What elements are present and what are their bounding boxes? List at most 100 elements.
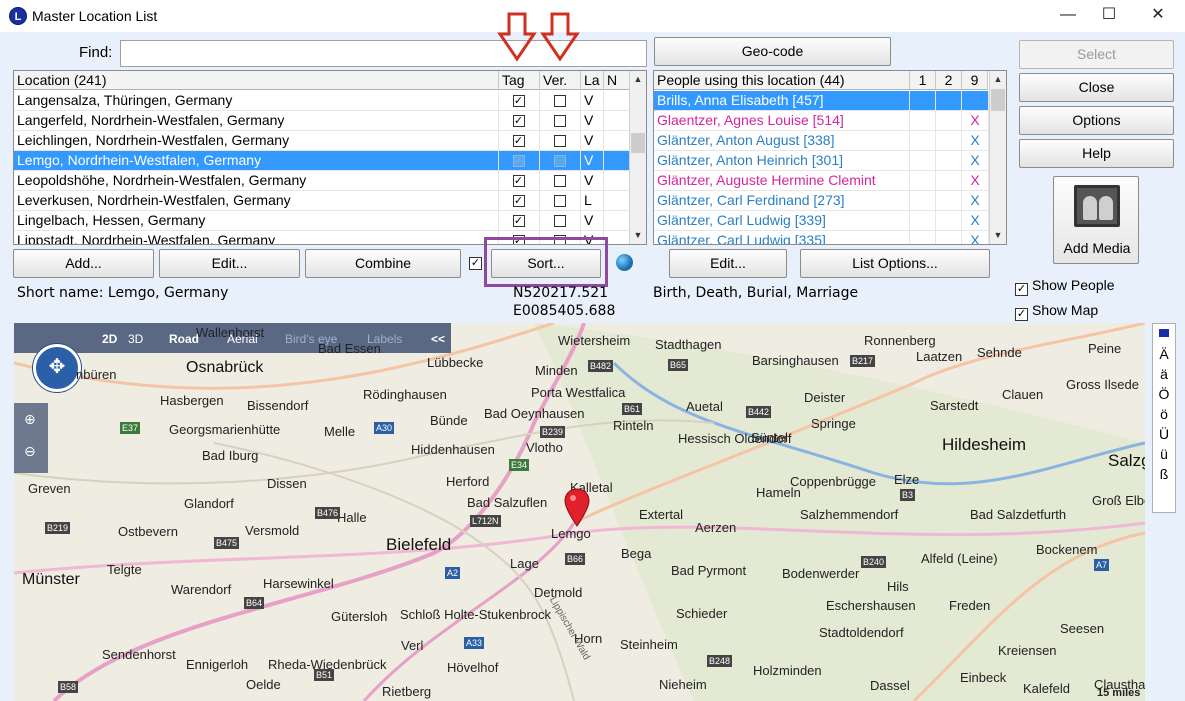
location-name-cell: Leichlingen, Nordrhein-Westfalen, German…	[14, 131, 499, 151]
checkbox-icon[interactable]	[553, 175, 566, 187]
combine-button[interactable]: Combine	[305, 249, 461, 278]
special-character-button[interactable]: Ü	[1153, 426, 1175, 442]
person-row[interactable]: Glaentzer, Agnes Louise [514] X	[654, 111, 1006, 131]
checkbox-icon[interactable]: ✓	[512, 155, 525, 167]
n-cell	[604, 211, 630, 231]
checkbox-icon[interactable]: ✓	[512, 215, 525, 227]
person-row[interactable]: Gläntzer, Carl Ferdinand [273] X	[654, 191, 1006, 211]
map-place-label: Barsinghausen	[752, 353, 839, 368]
show-map-checkbox[interactable]: ✓ Show Map	[1015, 302, 1098, 321]
person-name-cell: Gläntzer, Anton Heinrich [301]	[654, 151, 910, 171]
map-view[interactable]: 2D 3D Road Aerial Bird's eye Labels << ✥…	[14, 323, 1145, 701]
add-media-button[interactable]: Add Media	[1053, 176, 1139, 264]
scroll-down-icon[interactable]: ▼	[990, 227, 1006, 243]
checkbox-icon[interactable]	[553, 155, 566, 167]
people-scrollbar[interactable]: ▲ ▼	[989, 71, 1006, 244]
location-scrollbar[interactable]: ▲ ▼	[629, 71, 646, 244]
geocode-button[interactable]: Geo-code	[654, 37, 891, 66]
map-pin-icon[interactable]	[564, 488, 590, 528]
person-name-cell: Gläntzer, Carl Ludwig [335]	[654, 231, 910, 244]
zoom-in-icon[interactable]: ⊕	[24, 411, 36, 428]
special-character-button[interactable]: ü	[1153, 446, 1175, 462]
n-cell	[604, 91, 630, 111]
special-character-button[interactable]: Ä	[1153, 346, 1175, 362]
zoom-out-icon[interactable]: ⊖	[24, 443, 36, 460]
person-row[interactable]: Gläntzer, Anton August [338] X	[654, 131, 1006, 151]
map-3d-button[interactable]: 3D	[128, 332, 143, 346]
checkbox-icon[interactable]	[553, 215, 566, 227]
tag-column-header[interactable]: Tag	[499, 71, 540, 90]
map-place-label: Sehnde	[977, 345, 1022, 360]
la-column-header[interactable]: La	[581, 71, 604, 90]
location-row[interactable]: Langensalza, Thüringen, Germany ✓ V	[14, 91, 646, 111]
person-row[interactable]: Gläntzer, Carl Ludwig [339] X	[654, 211, 1006, 231]
location-row[interactable]: Leichlingen, Nordrhein-Westfalen, German…	[14, 131, 646, 151]
checkbox-icon[interactable]	[553, 195, 566, 207]
minimize-button[interactable]: —	[1045, 0, 1091, 32]
map-place-label: Glandorf	[184, 496, 234, 511]
scroll-up-icon[interactable]: ▲	[990, 71, 1006, 87]
person-row[interactable]: Brills, Anna Elisabeth [457]	[654, 91, 1006, 111]
scroll-down-icon[interactable]: ▼	[630, 227, 646, 243]
map-place-label: Harsewinkel	[263, 576, 334, 591]
special-characters-panel: ÄäÖöÜüß	[1152, 323, 1176, 513]
options-button[interactable]: Options	[1019, 106, 1174, 135]
scroll-thumb[interactable]	[631, 133, 645, 153]
select-button[interactable]: Select	[1019, 40, 1174, 69]
person-row[interactable]: Gläntzer, Anton Heinrich [301] X	[654, 151, 1006, 171]
location-row[interactable]: Leopoldshöhe, Nordrhein-Westfalen, Germa…	[14, 171, 646, 191]
col9-cell: X	[962, 171, 989, 191]
person-row[interactable]: Gläntzer, Carl Ludwig [335] X	[654, 231, 1006, 244]
road-badge: A30	[374, 422, 395, 434]
checkbox-icon[interactable]: ✓	[512, 95, 525, 107]
checkbox-icon[interactable]: ✓	[512, 175, 525, 187]
location-row[interactable]: Lemgo, Nordrhein-Westfalen, Germany ✓ V	[14, 151, 646, 171]
checkbox-icon[interactable]	[553, 135, 566, 147]
location-row[interactable]: Lingelbach, Hessen, Germany ✓ V	[14, 211, 646, 231]
checkbox-icon[interactable]	[553, 95, 566, 107]
checkbox-icon[interactable]: ✓	[512, 195, 525, 207]
location-row[interactable]: Langerfeld, Nordrhein-Westfalen, Germany…	[14, 111, 646, 131]
list-options-button[interactable]: List Options...	[800, 249, 990, 278]
ver-column-header[interactable]: Ver.	[540, 71, 581, 90]
close-window-button[interactable]: ✕	[1135, 0, 1181, 32]
col2-header[interactable]: 2	[936, 71, 962, 90]
location-row[interactable]: Leverkusen, Nordrhein-Westfalen, Germany…	[14, 191, 646, 211]
checkbox-icon[interactable]	[553, 115, 566, 127]
road-badge: B58	[58, 681, 79, 693]
person-row[interactable]: Gläntzer, Auguste Hermine Clemint X	[654, 171, 1006, 191]
location-column-header[interactable]: Location (241)	[14, 71, 499, 90]
col1-header[interactable]: 1	[910, 71, 936, 90]
globe-icon[interactable]	[616, 254, 633, 271]
map-place-label: Wietersheim	[558, 333, 631, 348]
show-people-checkbox[interactable]: ✓ Show People	[1015, 277, 1115, 296]
n-column-header[interactable]: N	[604, 71, 630, 90]
edit-location-button[interactable]: Edit...	[159, 249, 300, 278]
map-collapse-button[interactable]: <<	[431, 332, 445, 346]
person-name-cell: Gläntzer, Anton August [338]	[654, 131, 910, 151]
map-2d-button[interactable]: 2D	[102, 332, 117, 346]
col9-header[interactable]: 9	[962, 71, 988, 90]
special-character-button[interactable]: Ö	[1153, 386, 1175, 402]
tag-cell: ✓	[499, 131, 540, 151]
checkbox-icon[interactable]: ✓	[1015, 308, 1028, 321]
special-character-button[interactable]: ß	[1153, 466, 1175, 482]
people-column-header[interactable]: People using this location (44)	[654, 71, 910, 90]
sort-checkbox[interactable]: ✓	[469, 257, 482, 270]
road-badge: B475	[214, 537, 240, 549]
special-character-button[interactable]: ä	[1153, 366, 1175, 382]
scroll-thumb[interactable]	[991, 89, 1005, 111]
scroll-up-icon[interactable]: ▲	[630, 71, 646, 87]
map-road-button[interactable]: Road	[169, 332, 199, 346]
checkbox-icon[interactable]: ✓	[512, 115, 525, 127]
checkbox-icon[interactable]: ✓	[512, 135, 525, 147]
road-badge: B61	[622, 403, 643, 415]
map-navigation-icon[interactable]: ✥	[33, 344, 81, 392]
add-location-button[interactable]: Add...	[13, 249, 154, 278]
close-button[interactable]: Close	[1019, 73, 1174, 102]
checkbox-icon[interactable]: ✓	[1015, 283, 1028, 296]
special-character-button[interactable]: ö	[1153, 406, 1175, 422]
help-button[interactable]: Help	[1019, 139, 1174, 168]
edit-person-button[interactable]: Edit...	[669, 249, 787, 278]
maximize-button[interactable]: ☐	[1086, 0, 1132, 32]
